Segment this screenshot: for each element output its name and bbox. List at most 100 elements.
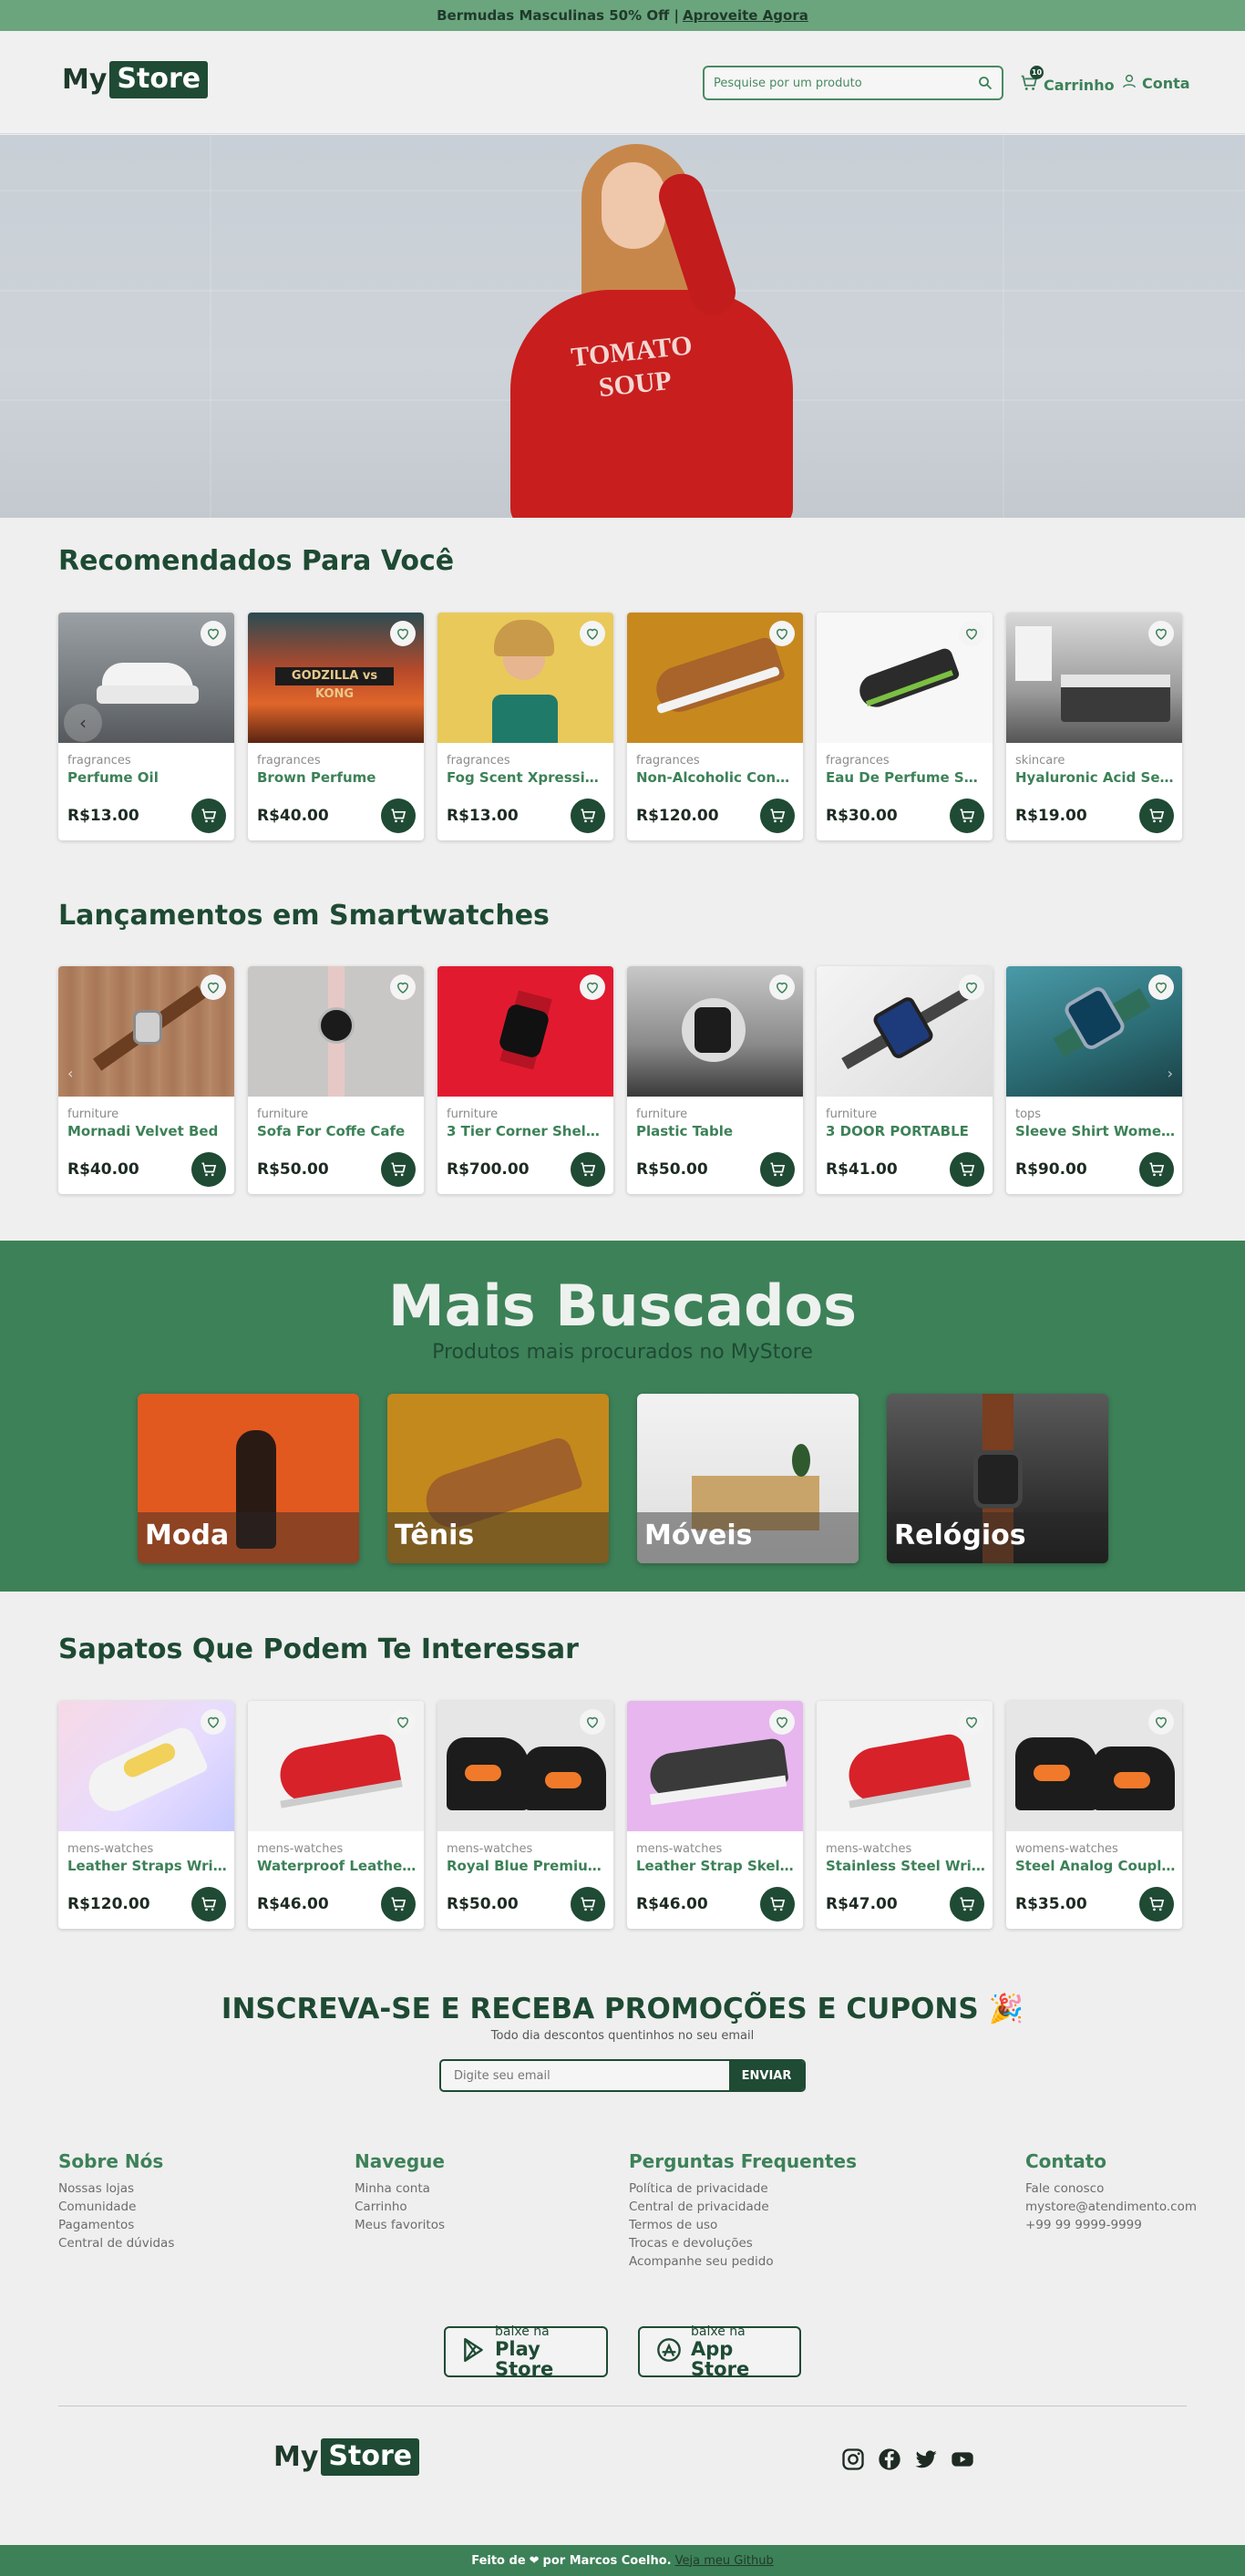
instagram-icon[interactable] [840,2447,866,2476]
logo[interactable]: My Store [62,61,209,98]
search-icon[interactable] [969,75,1002,91]
carousel-prev-button[interactable]: ‹ [64,704,102,742]
favorite-icon[interactable] [769,974,795,1000]
product-card[interactable]: ‹ fragrances Perfume Oil R$13.00 [58,613,234,840]
product-name[interactable]: Eau De Perfume Spray [826,769,986,786]
footer-link[interactable]: Pagamentos [58,2216,174,2234]
add-to-cart-icon[interactable] [571,1887,605,1922]
add-to-cart-icon[interactable] [760,1152,795,1187]
product-card[interactable]: fragrances Non-Alcoholic Concentrated Pe… [627,613,803,840]
favorite-icon[interactable] [1148,621,1174,646]
add-to-cart-icon[interactable] [191,799,226,833]
account-link[interactable]: Conta [1121,73,1190,93]
favorite-icon[interactable] [390,1709,416,1735]
add-to-cart-icon[interactable] [1139,1887,1174,1922]
product-card[interactable]: GODZILLA vs KONG fragrances Brown Perfum… [248,613,424,840]
product-name[interactable]: Sofa For Coffe Cafe [257,1123,417,1139]
promo-link[interactable]: Aproveite Agora [683,7,808,24]
product-card[interactable]: fragrances Fog Scent Xpressio Perfume R$… [437,613,613,840]
product-card[interactable]: furniture 3 DOOR PORTABLE R$41.00 [817,966,993,1194]
youtube-icon[interactable] [950,2447,975,2476]
favorite-icon[interactable] [1148,974,1174,1000]
newsletter-submit-button[interactable]: ENVIAR [729,2061,804,2090]
favorite-icon[interactable] [769,1709,795,1735]
product-name[interactable]: Mornadi Velvet Bed [67,1123,228,1139]
favorite-icon[interactable] [580,1709,605,1735]
add-to-cart-icon[interactable] [191,1887,226,1922]
carousel-next-icon[interactable]: › [1168,1065,1173,1082]
add-to-cart-icon[interactable] [571,1152,605,1187]
product-name[interactable]: Fog Scent Xpressio Perfume [447,769,607,786]
product-name[interactable]: 3 Tier Corner Shelves [447,1123,607,1139]
footer-link[interactable]: Meus favoritos [355,2216,445,2234]
add-to-cart-icon[interactable] [571,799,605,833]
product-name[interactable]: Waterproof Leather Brand Watch [257,1858,417,1874]
footer-link[interactable]: Política de privacidade [629,2179,857,2198]
add-to-cart-icon[interactable] [381,1887,416,1922]
add-to-cart-icon[interactable] [760,799,795,833]
product-name[interactable]: Steel Analog Couple Watches [1015,1858,1176,1874]
footer-link[interactable]: Carrinho [355,2198,445,2216]
product-card[interactable]: furniture 3 Tier Corner Shelves R$700.00 [437,966,613,1194]
product-name[interactable]: Leather Straps Wristwatch [67,1858,228,1874]
product-name[interactable]: Sleeve Shirt Womens [1015,1123,1176,1139]
footer-link[interactable]: Central de privacidade [629,2198,857,2216]
favorite-icon[interactable] [580,621,605,646]
product-card[interactable]: › tops Sleeve Shirt Womens R$90.00 [1006,966,1182,1194]
favorite-icon[interactable] [390,974,416,1000]
search-input[interactable] [705,76,969,90]
favorite-icon[interactable] [959,1709,984,1735]
category-card-watches[interactable]: Relógios [887,1394,1108,1563]
product-card[interactable]: fragrances Eau De Perfume Spray R$30.00 [817,613,993,840]
favorite-icon[interactable] [390,621,416,646]
category-card-fashion[interactable]: Moda [138,1394,359,1563]
add-to-cart-icon[interactable] [760,1887,795,1922]
footer-link[interactable]: Nossas lojas [58,2179,174,2198]
add-to-cart-icon[interactable] [191,1152,226,1187]
favorite-icon[interactable] [959,974,984,1000]
add-to-cart-icon[interactable] [950,1887,984,1922]
favorite-icon[interactable] [769,621,795,646]
add-to-cart-icon[interactable] [381,1152,416,1187]
product-name[interactable]: Royal Blue Premium Watch [447,1858,607,1874]
github-link[interactable]: Veja meu Github [675,2554,774,2568]
app-store-button[interactable]: baixe na App Store [638,2324,801,2379]
footer-link[interactable]: Termos de uso [629,2216,857,2234]
add-to-cart-icon[interactable] [1139,799,1174,833]
favorite-icon[interactable] [201,974,226,1000]
category-card-sneakers[interactable]: Tênis [387,1394,609,1563]
product-card[interactable]: mens-watches Leather Strap Skeleton Watc… [627,1701,803,1929]
product-name[interactable]: Perfume Oil [67,769,228,786]
add-to-cart-icon[interactable] [1139,1152,1174,1187]
product-name[interactable]: Brown Perfume [257,769,417,786]
product-card[interactable]: skincare Hyaluronic Acid Serum R$19.00 [1006,613,1182,840]
product-card[interactable]: womens-watches Steel Analog Couple Watch… [1006,1701,1182,1929]
product-card[interactable]: mens-watches Stainless Steel Wrist Watch… [817,1701,993,1929]
footer-logo[interactable]: My Store [273,2438,420,2476]
hero-banner[interactable]: TOMATO SOUP [0,135,1245,518]
footer-link[interactable]: Fale conosco [1025,2179,1197,2198]
favorite-icon[interactable] [1148,1709,1174,1735]
product-name[interactable]: Non-Alcoholic Concentrated Perfume Oil [636,769,797,786]
favorite-icon[interactable] [580,974,605,1000]
add-to-cart-icon[interactable] [950,1152,984,1187]
favorite-icon[interactable] [201,1709,226,1735]
product-card[interactable]: ‹ furniture Mornadi Velvet Bed R$40.00 [58,966,234,1194]
facebook-icon[interactable] [877,2447,902,2476]
footer-link[interactable]: Acompanhe seu pedido [629,2252,857,2271]
footer-link[interactable]: Central de dúvidas [58,2234,174,2252]
twitter-icon[interactable] [913,2447,939,2476]
footer-email[interactable]: mystore@atendimento.com [1025,2198,1197,2216]
product-card[interactable]: furniture Sofa For Coffe Cafe R$50.00 [248,966,424,1194]
carousel-prev-icon[interactable]: ‹ [67,1065,73,1082]
add-to-cart-icon[interactable] [950,799,984,833]
product-name[interactable]: Leather Strap Skeleton Watch [636,1858,797,1874]
cart-link[interactable]: 10 Carrinho [1019,66,1115,97]
add-to-cart-icon[interactable] [381,799,416,833]
product-card[interactable]: mens-watches Leather Straps Wristwatch R… [58,1701,234,1929]
footer-link[interactable]: Comunidade [58,2198,174,2216]
product-name[interactable]: Plastic Table [636,1123,797,1139]
product-name[interactable]: Hyaluronic Acid Serum [1015,769,1176,786]
footer-link[interactable]: Trocas e devoluções [629,2234,857,2252]
product-card[interactable]: mens-watches Waterproof Leather Brand Wa… [248,1701,424,1929]
